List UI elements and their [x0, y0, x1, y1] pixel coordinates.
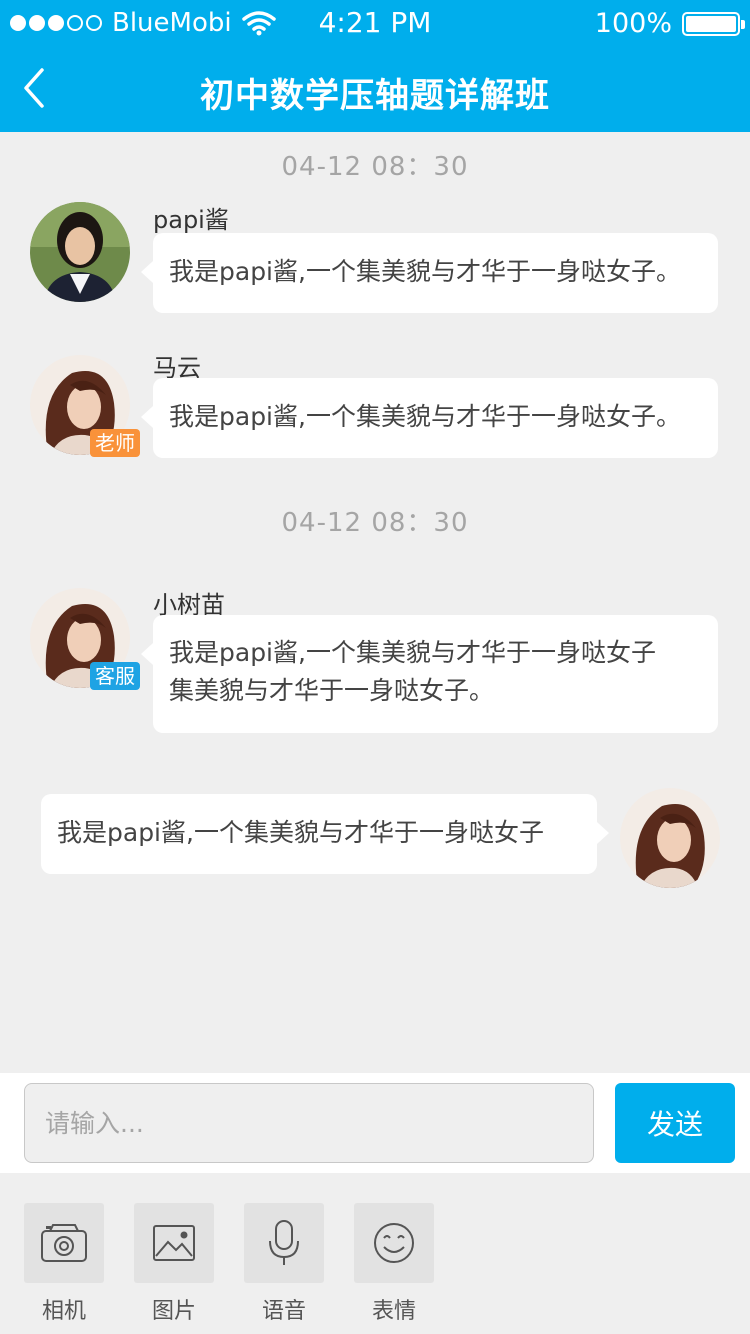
message-text: 我是papi酱,一个集美貌与才华于一身哒女子。: [169, 257, 681, 286]
image-tool-box: [134, 1203, 214, 1283]
battery-icon: [682, 11, 745, 36]
image-icon: [153, 1225, 195, 1261]
message-input[interactable]: [24, 1083, 594, 1163]
camera-tool-box: [24, 1203, 104, 1283]
message-bubble[interactable]: 我是papi酱,一个集美貌与才华于一身哒女子。: [141, 378, 718, 458]
own-message-bubble[interactable]: 我是papi酱,一个集美貌与才华于一身哒女子: [41, 794, 609, 874]
teacher-badge: 老师: [90, 429, 140, 457]
emoji-icon: [374, 1223, 414, 1263]
send-button[interactable]: 发送: [615, 1083, 735, 1163]
message-text-line: 我是papi酱,一个集美貌与才华于一身哒女子: [169, 638, 656, 667]
camera-button[interactable]: 相机: [24, 1203, 104, 1325]
chat-timestamp: 04-12 08：30: [281, 508, 469, 538]
avatar[interactable]: [30, 202, 130, 302]
tool-label: 图片: [151, 1299, 196, 1324]
emoji-button[interactable]: 表情: [354, 1203, 434, 1325]
chat-timestamp: 04-12 08：30: [281, 152, 469, 182]
message-text-line: 集美貌与才华于一身哒女子。: [169, 676, 495, 705]
message-text: 我是papi酱,一个集美貌与才华于一身哒女子: [57, 818, 544, 847]
emoji-tool-box: [354, 1203, 434, 1283]
voice-button[interactable]: 语音: [244, 1203, 324, 1325]
battery-percent: 100%: [594, 8, 672, 39]
service-badge: 客服: [90, 662, 140, 690]
microphone-icon: [269, 1220, 299, 1265]
sender-name: papi酱: [153, 206, 229, 234]
input-bar: 发送: [0, 1073, 750, 1173]
message-bubble[interactable]: 我是papi酱,一个集美貌与才华于一身哒女子 集美貌与才华于一身哒女子。: [141, 615, 718, 733]
own-avatar[interactable]: [620, 788, 720, 888]
tool-label: 相机: [41, 1299, 86, 1324]
message-text: 我是papi酱,一个集美貌与才华于一身哒女子。: [169, 402, 681, 431]
status-bar: BlueMobi 4:21 PM 100%: [0, 0, 750, 50]
top-header: BlueMobi 4:21 PM 100% 初中数学压轴题详解班: [0, 0, 750, 132]
tool-label: 表情: [371, 1299, 416, 1324]
image-button[interactable]: 图片: [134, 1203, 214, 1325]
message-bubble[interactable]: 我是papi酱,一个集美貌与才华于一身哒女子。: [141, 233, 718, 313]
voice-tool-box: [244, 1203, 324, 1283]
camera-icon: [41, 1224, 87, 1262]
status-right: 100%: [594, 8, 745, 39]
tool-label: 语音: [261, 1299, 306, 1324]
page-title: 初中数学压轴题详解班: [200, 76, 550, 116]
